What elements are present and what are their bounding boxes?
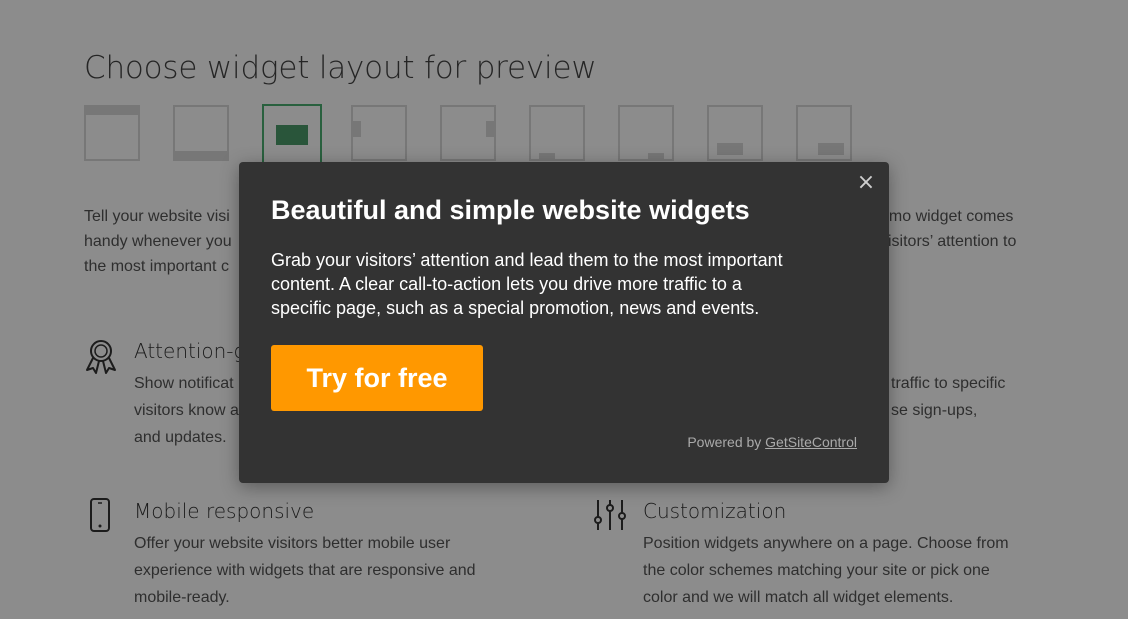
close-icon[interactable]: × bbox=[855, 172, 877, 194]
modal-description: Grab your visitors’ attention and lead t… bbox=[271, 248, 841, 320]
promo-modal: × Beautiful and simple website widgets G… bbox=[239, 162, 889, 483]
try-for-free-button[interactable]: Try for free bbox=[271, 345, 483, 411]
modal-text-line: Grab your visitors’ attention and lead t… bbox=[271, 250, 783, 270]
modal-text-line: content. A clear call-to-action lets you… bbox=[271, 274, 742, 294]
getsitecontrol-link[interactable]: GetSiteControl bbox=[765, 434, 857, 450]
modal-text-line: specific page, such as a special promoti… bbox=[271, 298, 760, 318]
powered-by: Powered by GetSiteControl bbox=[687, 434, 857, 450]
powered-by-label: Powered by bbox=[687, 434, 766, 450]
modal-title: Beautiful and simple website widgets bbox=[271, 195, 750, 225]
